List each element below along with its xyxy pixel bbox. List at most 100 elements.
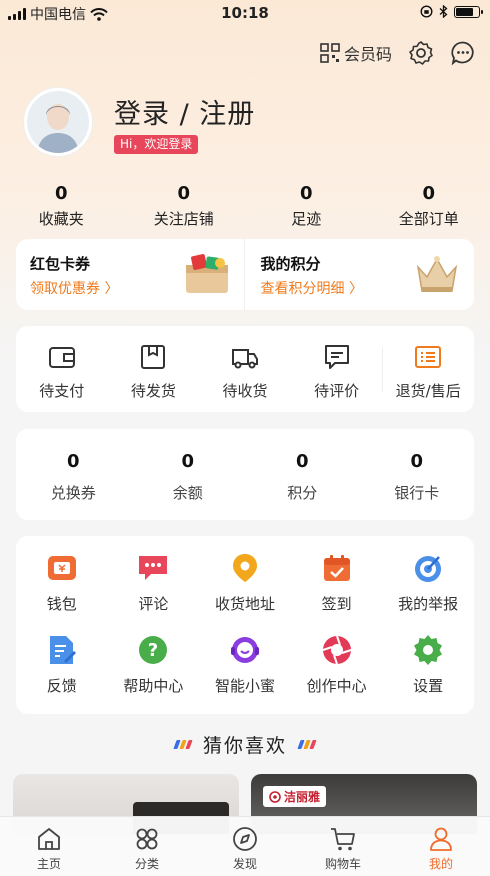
service-help-center[interactable]: ? 帮助中心 [108, 634, 200, 696]
asset-points[interactable]: 0 积分 [245, 429, 360, 520]
asset-label: 积分 [287, 484, 318, 502]
service-address[interactable]: 收货地址 [199, 552, 291, 614]
return-list-icon [415, 346, 442, 368]
asset-bank-cards[interactable]: 0 银行卡 [360, 429, 475, 520]
battery-icon [454, 5, 483, 18]
stat-label: 足迹 [291, 210, 322, 228]
assets-card: 0 兑换券 0 余额 0 积分 0 银行卡 [16, 429, 474, 520]
recommend-title: 猜你喜欢 [202, 735, 287, 757]
service-label: 反馈 [46, 677, 77, 695]
comment-icon [324, 345, 349, 369]
question-icon: ? [139, 636, 168, 664]
clock: 10:18 [221, 4, 269, 22]
service-my-reports[interactable]: 我的举报 [382, 552, 474, 614]
qr-code-icon [320, 43, 340, 63]
login-register-link[interactable]: 登录 / 注册 [114, 92, 255, 131]
service-label: 收货地址 [214, 595, 275, 613]
grid-icon [136, 828, 158, 850]
stat-followed-shops[interactable]: 0 关注店铺 [123, 183, 246, 229]
box-icon [141, 345, 166, 369]
truck-icon [231, 349, 258, 369]
asset-vouchers[interactable]: 0 兑换券 [16, 429, 131, 520]
order-pending-review[interactable]: 待评价 [291, 326, 383, 412]
tab-label: 主页 [36, 857, 61, 871]
recommend-header: 猜你喜欢 [0, 731, 490, 758]
order-pending-payment[interactable]: 待支付 [16, 326, 108, 412]
order-pending-receipt[interactable]: 待收货 [199, 326, 291, 412]
asset-value: 0 [295, 451, 309, 472]
crown-icon [416, 256, 458, 292]
tab-category[interactable]: 分类 [98, 817, 196, 876]
order-label: 待发货 [130, 382, 176, 400]
stat-all-orders[interactable]: 0 全部订单 [368, 183, 490, 229]
tab-mine[interactable]: 我的 [392, 817, 490, 876]
brand-tag: 洁丽雅 [263, 786, 327, 807]
calendar-check-icon [323, 555, 350, 581]
order-label: 退货/售后 [395, 382, 461, 400]
person-icon [430, 827, 452, 851]
tab-label: 发现 [232, 857, 257, 871]
message-icon[interactable] [450, 40, 476, 66]
wallet-icon [48, 347, 75, 368]
bottom-tab-bar: 主页 分类 发现 购物车 我的 [0, 816, 490, 876]
gear-icon [414, 635, 443, 665]
service-check-in[interactable]: 签到 [291, 552, 383, 614]
gear-icon[interactable] [408, 40, 434, 66]
stat-label: 关注店铺 [153, 210, 214, 228]
asset-value: 0 [66, 451, 80, 472]
red-envelope-icon [185, 254, 228, 293]
brand-name: 洁丽雅 [284, 790, 321, 804]
wallet-icon [47, 556, 76, 580]
asset-balance[interactable]: 0 余额 [131, 429, 246, 520]
decor-stripes-icon [173, 740, 193, 749]
coupon-entry[interactable]: 红包卡券 领取优惠券 〉 [16, 239, 244, 310]
tab-discover[interactable]: 发现 [196, 817, 294, 876]
top-actions: 会员码 [320, 40, 476, 66]
service-label: 钱包 [46, 595, 77, 613]
points-entry[interactable]: 我的积分 查看积分明细 〉 [243, 239, 475, 310]
avatar[interactable] [24, 88, 92, 156]
stat-footprints[interactable]: 0 足迹 [245, 183, 368, 229]
cart-icon [331, 828, 355, 851]
order-status-card: 待支付 待发货 待收货 待评价 退货/售后 [16, 326, 474, 412]
stat-label: 收藏夹 [38, 210, 84, 228]
account-stats: 0 收藏夹 0 关注店铺 0 足迹 0 全部订单 [0, 183, 490, 229]
member-code-label: 会员码 [343, 45, 392, 64]
stat-favorites[interactable]: 0 收藏夹 [0, 183, 123, 229]
order-label: 待支付 [39, 382, 85, 400]
welcome-badge: Hi，欢迎登录 [114, 135, 199, 154]
asset-label: 余额 [172, 484, 203, 502]
compass-icon [233, 827, 257, 851]
service-comments[interactable]: 评论 [108, 552, 200, 614]
member-code-button[interactable]: 会员码 [320, 41, 392, 65]
default-avatar-icon [27, 91, 89, 153]
brand-logo-icon [269, 790, 281, 803]
service-feedback[interactable]: 反馈 [16, 634, 108, 696]
service-creator-center[interactable]: 创作中心 [291, 634, 383, 696]
stat-value: 0 [299, 183, 313, 204]
tab-label: 我的 [428, 857, 453, 871]
order-label: 待评价 [314, 382, 360, 400]
status-bar: 中国电信 10:18 [0, 0, 490, 26]
asset-value: 0 [181, 451, 195, 472]
tab-label: 分类 [134, 857, 159, 871]
decor-stripes-icon [297, 740, 317, 749]
target-icon [415, 556, 442, 582]
order-return-aftersale[interactable]: 退货/售后 [382, 326, 474, 412]
tab-label: 购物车 [324, 857, 361, 871]
bluetooth-icon [439, 5, 448, 18]
service-settings[interactable]: 设置 [382, 634, 474, 696]
tab-cart[interactable]: 购物车 [294, 817, 392, 876]
service-label: 创作中心 [306, 677, 367, 695]
service-smart-assistant[interactable]: 智能小蜜 [199, 634, 291, 696]
service-wallet[interactable]: 钱包 [16, 552, 108, 614]
service-label: 签到 [321, 595, 352, 613]
order-pending-shipment[interactable]: 待发货 [108, 326, 200, 412]
chat-bubble-icon [139, 556, 168, 580]
tab-home[interactable]: 主页 [0, 817, 98, 876]
orientation-lock-icon [420, 5, 433, 18]
aperture-icon [322, 635, 351, 665]
services-card: 钱包 评论 收货地址 签到 我的举报 反馈 ? 帮助中心 智能小蜜 创作中心 设… [16, 536, 474, 714]
svg-text:?: ? [148, 640, 158, 661]
stat-value: 0 [54, 183, 68, 204]
